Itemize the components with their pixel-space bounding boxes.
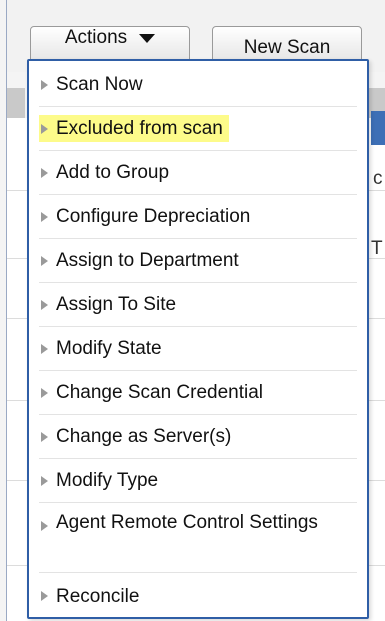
submenu-arrow-icon (41, 387, 48, 398)
menu-item-configure-depreciation[interactable]: Configure Depreciation (39, 195, 357, 239)
menu-item-label: Reconcile (56, 585, 140, 607)
menu-item-change-scan-credential[interactable]: Change Scan Credential (39, 371, 357, 415)
menu-item-label: Scan Now (56, 74, 143, 95)
menu-item-label: Excluded from scan (56, 118, 223, 139)
menu-item-label: Change as Server(s) (56, 426, 232, 447)
menu-item-reconcile[interactable]: Reconcile (39, 575, 357, 617)
background-cell-text: c (373, 168, 383, 189)
menu-item-label: Modify State (56, 338, 162, 359)
menu-item-agent-remote-control-settings[interactable]: Agent Remote Control Settings (39, 505, 357, 573)
highlight-box: Excluded from scan (39, 115, 229, 142)
menu-item-label: Modify Type (56, 470, 159, 491)
menu-item-modify-type[interactable]: Modify Type (39, 459, 357, 503)
menu-item-label: Add to Group (56, 162, 170, 183)
menu-item-modify-state[interactable]: Modify State (39, 327, 357, 371)
menu-item-assign-to-site[interactable]: Assign To Site (39, 283, 357, 327)
submenu-arrow-icon (41, 167, 48, 178)
menu-item-label: Configure Depreciation (56, 206, 251, 227)
submenu-arrow-icon (41, 299, 48, 310)
menu-item-label: Assign To Site (56, 294, 177, 315)
selected-row-marker (371, 111, 385, 145)
menu-item-scan-now[interactable]: Scan Now (39, 63, 357, 107)
menu-item-label: Assign to Department (56, 250, 239, 271)
actions-dropdown-menu: Scan Now Excluded from scan Add to Group… (27, 59, 369, 619)
submenu-arrow-icon (41, 343, 48, 354)
menu-item-add-to-group[interactable]: Add to Group (39, 151, 357, 195)
caret-down-icon (139, 33, 156, 43)
new-scan-button-label: New Scan (243, 37, 331, 58)
submenu-arrow-icon (41, 521, 48, 531)
menu-item-label: Agent Remote Control Settings (56, 512, 318, 533)
menu-item-label: Change Scan Credential (56, 382, 264, 403)
submenu-arrow-icon (41, 211, 48, 222)
submenu-arrow-icon (41, 475, 48, 486)
submenu-arrow-icon (41, 123, 48, 134)
menu-item-change-as-servers[interactable]: Change as Server(s) (39, 415, 357, 459)
submenu-arrow-icon (41, 431, 48, 442)
menu-item-excluded-from-scan[interactable]: Excluded from scan (39, 107, 357, 151)
actions-button-label: Actions (64, 27, 128, 48)
submenu-arrow-icon (41, 591, 48, 601)
submenu-arrow-icon (41, 79, 48, 90)
submenu-arrow-icon (41, 255, 48, 266)
table-header-band (7, 88, 25, 118)
menu-item-assign-to-department[interactable]: Assign to Department (39, 239, 357, 283)
background-cell-text: T (371, 238, 383, 259)
